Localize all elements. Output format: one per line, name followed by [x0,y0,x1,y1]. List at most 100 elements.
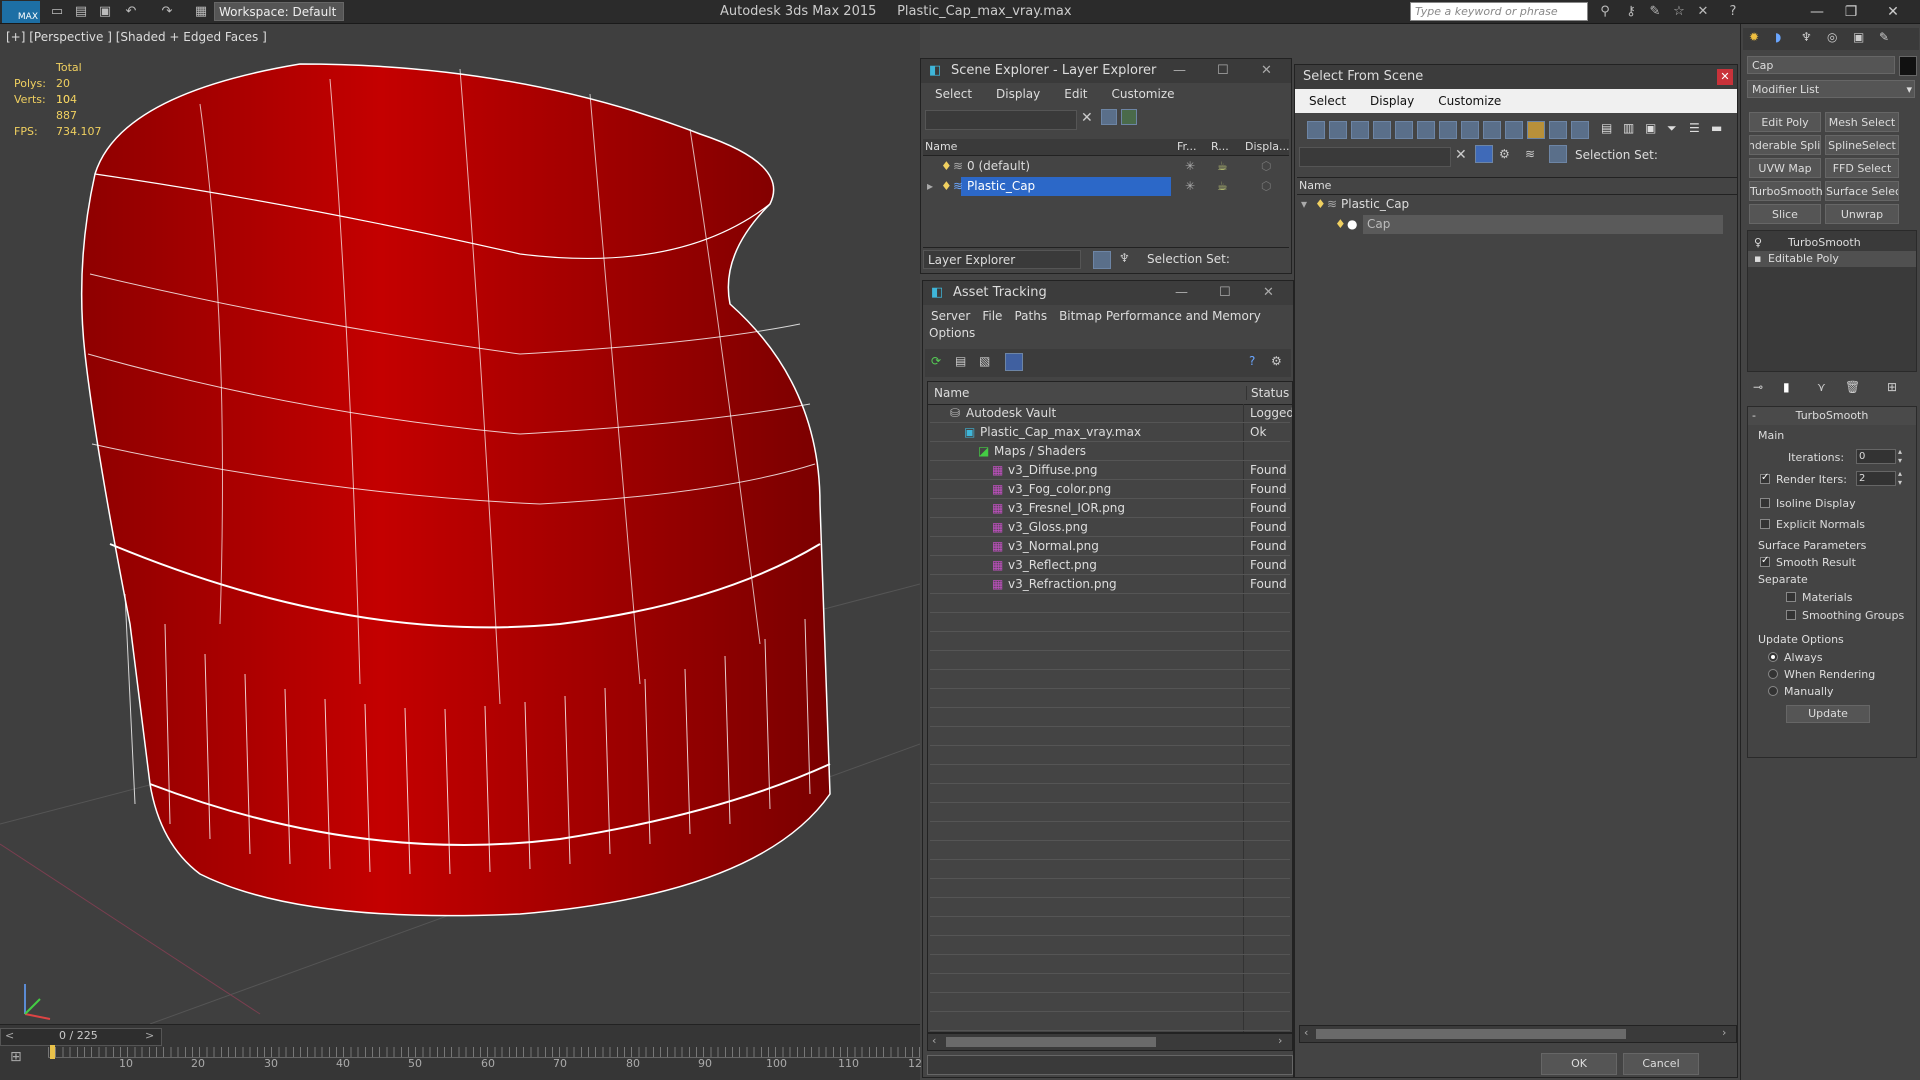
isoline-display-checkbox[interactable] [1760,498,1770,508]
render-iters-checkbox[interactable] [1760,472,1770,484]
open-file-icon[interactable]: ▤ [72,3,90,21]
pin-stack-icon[interactable]: ⊸ [1753,380,1763,394]
hierarchy-tab-icon[interactable]: ♆ [1801,30,1812,44]
col-freeze[interactable]: Fr... [1177,139,1197,155]
time-slider-marker[interactable] [50,1045,55,1059]
select-all-icon[interactable]: ▤ [1601,121,1612,135]
menu-options[interactable]: Options [929,325,975,341]
perspective-viewport[interactable]: [+] [Perspective ] [Shaded + Edged Faces… [0,24,920,1024]
light-bulb-icon[interactable]: ♦ [941,157,952,176]
time-slider[interactable]: < 0 / 225 > [0,1028,162,1046]
maximize-icon[interactable]: ☐ [1217,59,1229,83]
make-unique-icon[interactable]: ⋎ [1817,380,1826,394]
project-icon[interactable]: ▦ [192,3,210,21]
freeze-icon[interactable]: ✳ [1185,177,1195,196]
menu-select[interactable]: Select [935,87,972,101]
rollout-header[interactable]: - TurboSmooth [1748,407,1916,425]
select-search-input[interactable] [1299,147,1451,167]
filter-helpers-icon[interactable] [1395,121,1413,139]
scrollbar-thumb[interactable] [946,1037,1156,1047]
explicit-normals-checkbox[interactable] [1760,519,1770,529]
undo-icon[interactable]: ↶ [122,3,140,21]
horizontal-scrollbar[interactable]: ‹ › [1299,1025,1737,1043]
scroll-left-icon[interactable]: ‹ [1304,1026,1308,1039]
window-close-icon[interactable]: ✕ [1876,0,1910,24]
close-icon[interactable]: ✕ [1261,59,1272,83]
filter-icon[interactable] [1101,109,1117,125]
menu-customize[interactable]: Customize [1112,87,1175,101]
utilities-tab-icon[interactable]: ✎ [1879,30,1889,44]
col-display[interactable]: Displa... [1245,139,1290,155]
menu-server[interactable]: Server [931,309,970,323]
select-none-icon[interactable]: ▥ [1623,121,1634,135]
layer-mode-icon[interactable] [1093,251,1111,269]
scroll-left-icon[interactable]: ‹ [932,1034,936,1047]
workspace-dropdown[interactable]: Workspace: Default [214,2,344,21]
asset-tracking-titlebar[interactable]: ◧ Asset Tracking — ☐ ✕ [923,281,1293,305]
filter-spacewarps-icon[interactable] [1417,121,1435,139]
slider-right-arrow-icon[interactable]: > [145,1029,154,1042]
surface-select-button[interactable]: Surface Select [1825,181,1899,201]
communication-icon[interactable]: ✎ [1646,3,1664,21]
turbosmooth-button[interactable]: TurboSmooth [1749,181,1823,201]
asset-row[interactable]: ▦ v3_Reflect.png Found [928,556,1292,575]
filter-all-icon[interactable] [1571,121,1589,139]
col-name[interactable]: Name [934,386,969,400]
star-icon[interactable]: ☆ [1670,3,1688,21]
remove-modifier-icon[interactable]: 🗑 [1845,380,1860,394]
minimize-icon[interactable]: — [1800,0,1834,24]
list-options-icon[interactable]: ▬ [1711,121,1722,135]
asset-row[interactable]: ▦ v3_Refraction.png Found [928,575,1292,594]
col-name[interactable]: Name [1299,178,1331,194]
filter-groups-icon[interactable] [1439,121,1457,139]
list-view-icon[interactable]: ▤ [955,354,966,368]
iterations-spinner[interactable]: 0 [1856,449,1896,464]
menu-display[interactable]: Display [996,87,1040,101]
col-status[interactable]: Status [1246,386,1289,400]
menu-display[interactable]: Display [1370,94,1414,108]
mesh-select-button[interactable]: Mesh Select [1825,112,1899,132]
filter-bones-icon[interactable] [1483,121,1501,139]
scene-explorer-titlebar[interactable]: ◧ Scene Explorer - Layer Explorer — ☐ ✕ [921,59,1291,83]
select-invert-icon[interactable]: ▣ [1645,121,1656,135]
filter-geometry-icon[interactable] [1307,121,1325,139]
smoothing-groups-checkbox[interactable] [1786,610,1796,620]
expand-arrow-icon[interactable]: ▸ [927,177,933,196]
save-icon[interactable]: ▣ [96,3,114,21]
modify-tab-icon[interactable]: ◗ [1775,30,1781,44]
spinner-arrows-icon[interactable]: ▴ ▾ [1898,469,1902,487]
timeline-config-icon[interactable]: ⊞ [10,1049,22,1065]
update-button[interactable]: Update [1786,705,1870,723]
maximize-icon[interactable]: ❐ [1834,0,1868,24]
stack-item-selected[interactable]: ▪ Editable Poly [1748,251,1916,267]
select-from-scene-titlebar[interactable]: Select From Scene ✕ [1295,65,1737,89]
help-icon[interactable]: ? [1249,354,1255,368]
spline-select-button[interactable]: SplineSelect [1825,135,1899,155]
scrollbar-thumb[interactable] [1316,1029,1626,1039]
filter-cameras-icon[interactable] [1373,121,1391,139]
manually-radio[interactable] [1768,686,1778,696]
slider-left-arrow-icon[interactable]: < [5,1029,14,1042]
viewport-label[interactable]: [+] [Perspective ] [Shaded + Edged Faces… [6,30,267,44]
minimize-icon[interactable]: — [1175,281,1188,305]
layer-row-selected[interactable]: ▸ ♦ ≋ Plastic_Cap ✳ ☕ ⬡ [923,177,1289,196]
menu-bitmap-performance[interactable]: Bitmap Performance and Memory [1059,309,1261,323]
app-logo[interactable]: MAX [2,1,40,23]
menu-file[interactable]: File [982,309,1002,323]
expand-box-icon[interactable]: ▪ [1754,251,1761,267]
hierarchy-view-icon[interactable]: ☰ [1689,121,1700,135]
layer-add-icon[interactable] [1121,109,1137,125]
asset-row[interactable]: ◪ Maps / Shaders [928,442,1292,461]
thumbnail-view-icon[interactable]: ▧ [979,354,990,368]
scene-search-input[interactable] [925,110,1077,130]
modifier-list-dropdown[interactable]: Modifier List ▾ [1747,80,1915,98]
hierarchy-icon[interactable]: ♆ [1119,251,1130,265]
filter-shapes-icon[interactable] [1329,121,1347,139]
asset-row[interactable]: ▦ v3_Fog_color.png Found [928,480,1292,499]
materials-checkbox[interactable] [1786,592,1796,602]
cancel-button[interactable]: Cancel [1623,1053,1699,1075]
menu-select[interactable]: Select [1309,94,1346,108]
funnel-icon[interactable]: ⏷ [1667,121,1677,136]
layer-row[interactable]: ♦ ≋ 0 (default) ✳ ☕ ⬡ [923,157,1289,176]
select-children-icon[interactable]: ⚙ [1499,147,1510,161]
